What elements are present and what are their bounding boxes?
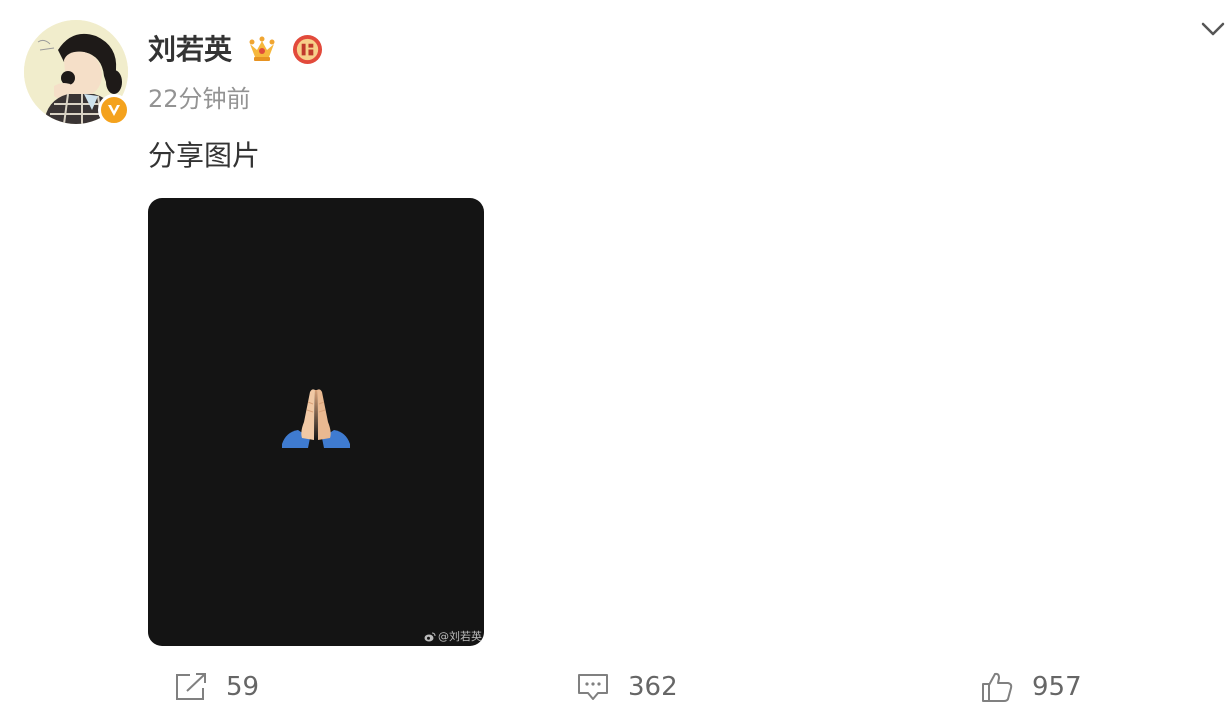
comment-icon — [578, 674, 608, 700]
like-button[interactable]: 957 — [980, 664, 1082, 710]
like-count: 957 — [1032, 672, 1082, 702]
repost-count: 59 — [226, 672, 260, 702]
weibo-logo-icon — [424, 632, 436, 642]
author-name[interactable]: 刘若英 — [148, 30, 232, 70]
post-image[interactable]: @刘若英 — [148, 198, 484, 646]
fu-badge-icon — [292, 34, 323, 65]
comment-count: 362 — [628, 672, 678, 702]
image-watermark: @刘若英 — [424, 630, 482, 644]
repost-button[interactable]: 59 — [174, 664, 259, 710]
folded-hands-emoji-icon — [282, 389, 350, 448]
comment-button[interactable]: 362 — [576, 664, 678, 710]
post-timestamp: 22分钟前 — [148, 85, 251, 113]
crown-icon — [249, 36, 275, 61]
share-icon — [176, 673, 206, 700]
vip-v-icon — [108, 105, 120, 116]
thumbs-up-icon — [982, 672, 1013, 702]
post-text: 分享图片 — [148, 139, 261, 172]
watermark-text: @刘若英 — [438, 630, 482, 643]
vip-v-badge — [98, 94, 130, 126]
chevron-down-icon[interactable] — [1198, 14, 1228, 44]
